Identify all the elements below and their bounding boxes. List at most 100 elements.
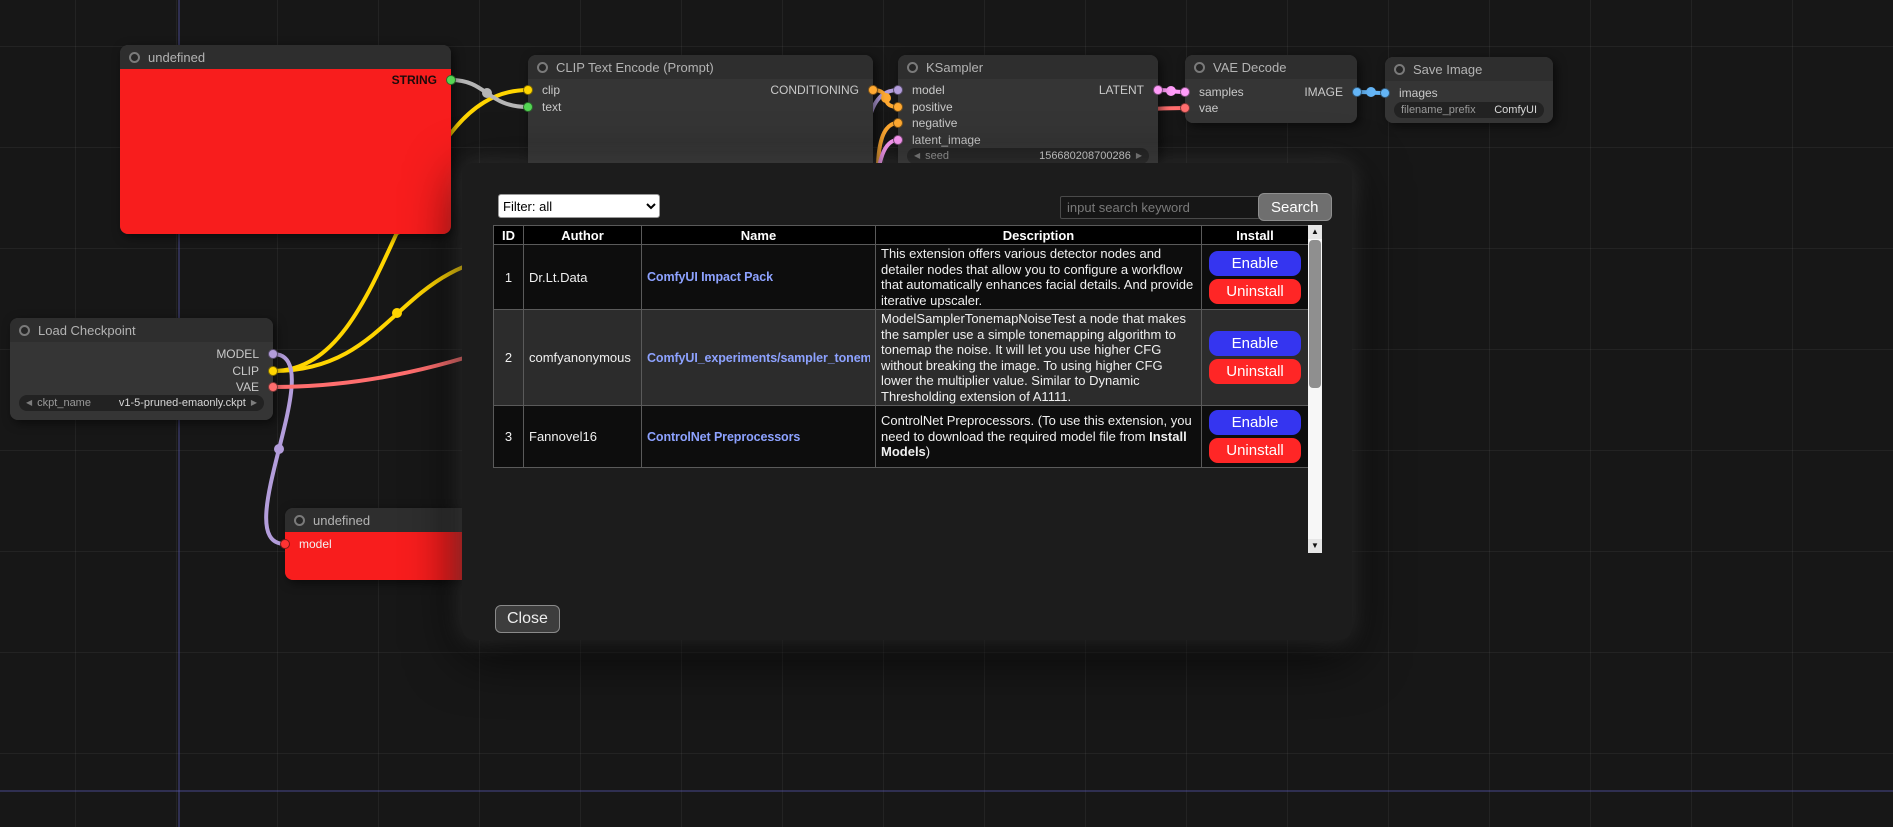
enable-button[interactable]: Enable — [1209, 251, 1301, 276]
node-ksampler[interactable]: KSampler model positive negative latent_… — [898, 55, 1158, 175]
model-output-dot[interactable] — [268, 349, 278, 359]
widget-value: ComfyUI — [1481, 104, 1537, 116]
extension-link[interactable]: ControlNet Preprocessors — [647, 430, 870, 444]
negative-input-dot[interactable] — [893, 118, 903, 128]
filter-select[interactable]: Filter: all — [498, 194, 660, 218]
extension-link[interactable]: ComfyUI_experiments/sampler_tonemap — [647, 351, 870, 365]
increment-arrow-icon[interactable]: ▶ — [1136, 148, 1142, 164]
node-undefined-top[interactable]: undefined STRING — [120, 45, 451, 234]
increment-arrow-icon[interactable]: ▶ — [251, 395, 257, 411]
table-row: 1 Dr.Lt.Data ComfyUI Impact Pack This ex… — [494, 245, 1309, 310]
positive-input-dot[interactable] — [893, 102, 903, 112]
latent-output-dot[interactable] — [1153, 85, 1163, 95]
enable-button[interactable]: Enable — [1209, 410, 1301, 435]
node-load-checkpoint[interactable]: Load Checkpoint MODEL CLIP VAE ◀ ckpt_na… — [10, 318, 273, 420]
ckpt-name-widget[interactable]: ◀ ckpt_name v1-5-pruned-emaonly.ckpt ▶ — [19, 395, 264, 411]
latent-image-input-dot[interactable] — [893, 135, 903, 145]
collapse-dot-icon[interactable] — [907, 62, 918, 73]
model-input-dot[interactable] — [893, 85, 903, 95]
seed-widget[interactable]: ◀ seed 156680208700286 ▶ — [907, 148, 1149, 164]
widget-value: v1-5-pruned-emaonly.ckpt — [96, 397, 246, 409]
input-slot-samples: samples — [1185, 85, 1244, 99]
samples-input-dot[interactable] — [1180, 87, 1190, 97]
extension-table-container: ID Author Name Description Install 1 Dr.… — [493, 225, 1322, 553]
input-label: vae — [1199, 101, 1218, 115]
node-canvas[interactable]: undefined STRING CLIP Text Encode (Promp… — [0, 0, 1893, 827]
clip-output-dot[interactable] — [268, 366, 278, 376]
row-install-cell: Enable Uninstall — [1202, 245, 1309, 310]
vae-input-dot[interactable] — [1180, 103, 1190, 113]
search-input[interactable] — [1060, 196, 1260, 219]
input-slot-positive: positive — [898, 100, 953, 114]
collapse-dot-icon[interactable] — [19, 325, 30, 336]
clip-input-dot[interactable] — [523, 85, 533, 95]
widget-label: filename_prefix — [1401, 104, 1476, 116]
input-slot-clip: clip — [528, 83, 560, 97]
uninstall-button[interactable]: Uninstall — [1209, 279, 1301, 304]
decrement-arrow-icon[interactable]: ◀ — [914, 148, 920, 164]
node-title-bar[interactable]: undefined — [120, 45, 451, 69]
output-label: STRING — [392, 73, 437, 87]
row-description: ControlNet Preprocessors. (To use this e… — [876, 406, 1202, 468]
table-row: 2 comfyanonymous ComfyUI_experiments/sam… — [494, 310, 1309, 406]
scroll-up-icon[interactable]: ▲ — [1308, 225, 1322, 239]
link-dot[interactable] — [482, 88, 492, 98]
custom-nodes-manager-dialog: Filter: all Search ID Author Name Descri… — [462, 163, 1352, 640]
node-title-bar[interactable]: CLIP Text Encode (Prompt) — [528, 55, 873, 79]
table-header-row: ID Author Name Description Install — [494, 226, 1309, 245]
input-label: samples — [1199, 85, 1244, 99]
link-dot[interactable] — [881, 93, 891, 103]
row-description: This extension offers various detector n… — [876, 245, 1202, 310]
row-id: 3 — [494, 406, 524, 468]
table-scrollbar[interactable]: ▲ ▼ — [1308, 225, 1322, 553]
link-dot[interactable] — [392, 308, 402, 318]
row-id: 2 — [494, 310, 524, 406]
node-vae-decode[interactable]: VAE Decode samples vae IMAGE — [1185, 55, 1357, 123]
vae-output-dot[interactable] — [268, 382, 278, 392]
node-title: CLIP Text Encode (Prompt) — [556, 60, 714, 75]
input-slot-negative: negative — [898, 116, 957, 130]
collapse-dot-icon[interactable] — [294, 515, 305, 526]
uninstall-button[interactable]: Uninstall — [1209, 438, 1301, 463]
collapse-dot-icon[interactable] — [1194, 62, 1205, 73]
input-label: model — [912, 83, 945, 97]
error-node-body — [120, 69, 451, 234]
images-input-dot[interactable] — [1380, 88, 1390, 98]
close-button[interactable]: Close — [495, 605, 560, 633]
model-input-dot[interactable] — [280, 539, 290, 549]
uninstall-button[interactable]: Uninstall — [1209, 359, 1301, 384]
input-slot-model: model — [898, 83, 945, 97]
string-output-dot[interactable] — [446, 75, 456, 85]
scroll-down-icon[interactable]: ▼ — [1308, 539, 1322, 553]
node-title-bar[interactable]: undefined — [285, 508, 475, 532]
header-description: Description — [876, 226, 1202, 245]
row-author: Dr.Lt.Data — [524, 245, 642, 310]
input-label: negative — [912, 116, 957, 130]
header-author: Author — [524, 226, 642, 245]
node-save-image[interactable]: Save Image images filename_prefix ComfyU… — [1385, 57, 1553, 123]
text-input-dot[interactable] — [523, 102, 533, 112]
collapse-dot-icon[interactable] — [537, 62, 548, 73]
node-title-bar[interactable]: KSampler — [898, 55, 1158, 79]
link-dot[interactable] — [1166, 86, 1176, 96]
input-slot-vae: vae — [1185, 101, 1218, 115]
extension-link[interactable]: ComfyUI Impact Pack — [647, 270, 870, 284]
node-title-bar[interactable]: Load Checkpoint — [10, 318, 273, 342]
enable-button[interactable]: Enable — [1209, 331, 1301, 356]
node-title: Load Checkpoint — [38, 323, 136, 338]
collapse-dot-icon[interactable] — [1394, 64, 1405, 75]
node-undefined-bottom[interactable]: undefined model — [285, 508, 475, 580]
node-title-bar[interactable]: VAE Decode — [1185, 55, 1357, 79]
decrement-arrow-icon[interactable]: ◀ — [26, 395, 32, 411]
output-slot-string: STRING — [392, 73, 451, 87]
search-button[interactable]: Search — [1258, 193, 1332, 221]
extension-table: ID Author Name Description Install 1 Dr.… — [493, 225, 1309, 468]
link-dot[interactable] — [274, 444, 284, 454]
node-title-bar[interactable]: Save Image — [1385, 57, 1553, 81]
scrollbar-thumb[interactable] — [1309, 240, 1321, 388]
image-output-dot[interactable] — [1352, 87, 1362, 97]
link-dot[interactable] — [1366, 87, 1376, 97]
conditioning-output-dot[interactable] — [868, 85, 878, 95]
filename-prefix-widget[interactable]: filename_prefix ComfyUI — [1394, 102, 1544, 118]
collapse-dot-icon[interactable] — [129, 52, 140, 63]
